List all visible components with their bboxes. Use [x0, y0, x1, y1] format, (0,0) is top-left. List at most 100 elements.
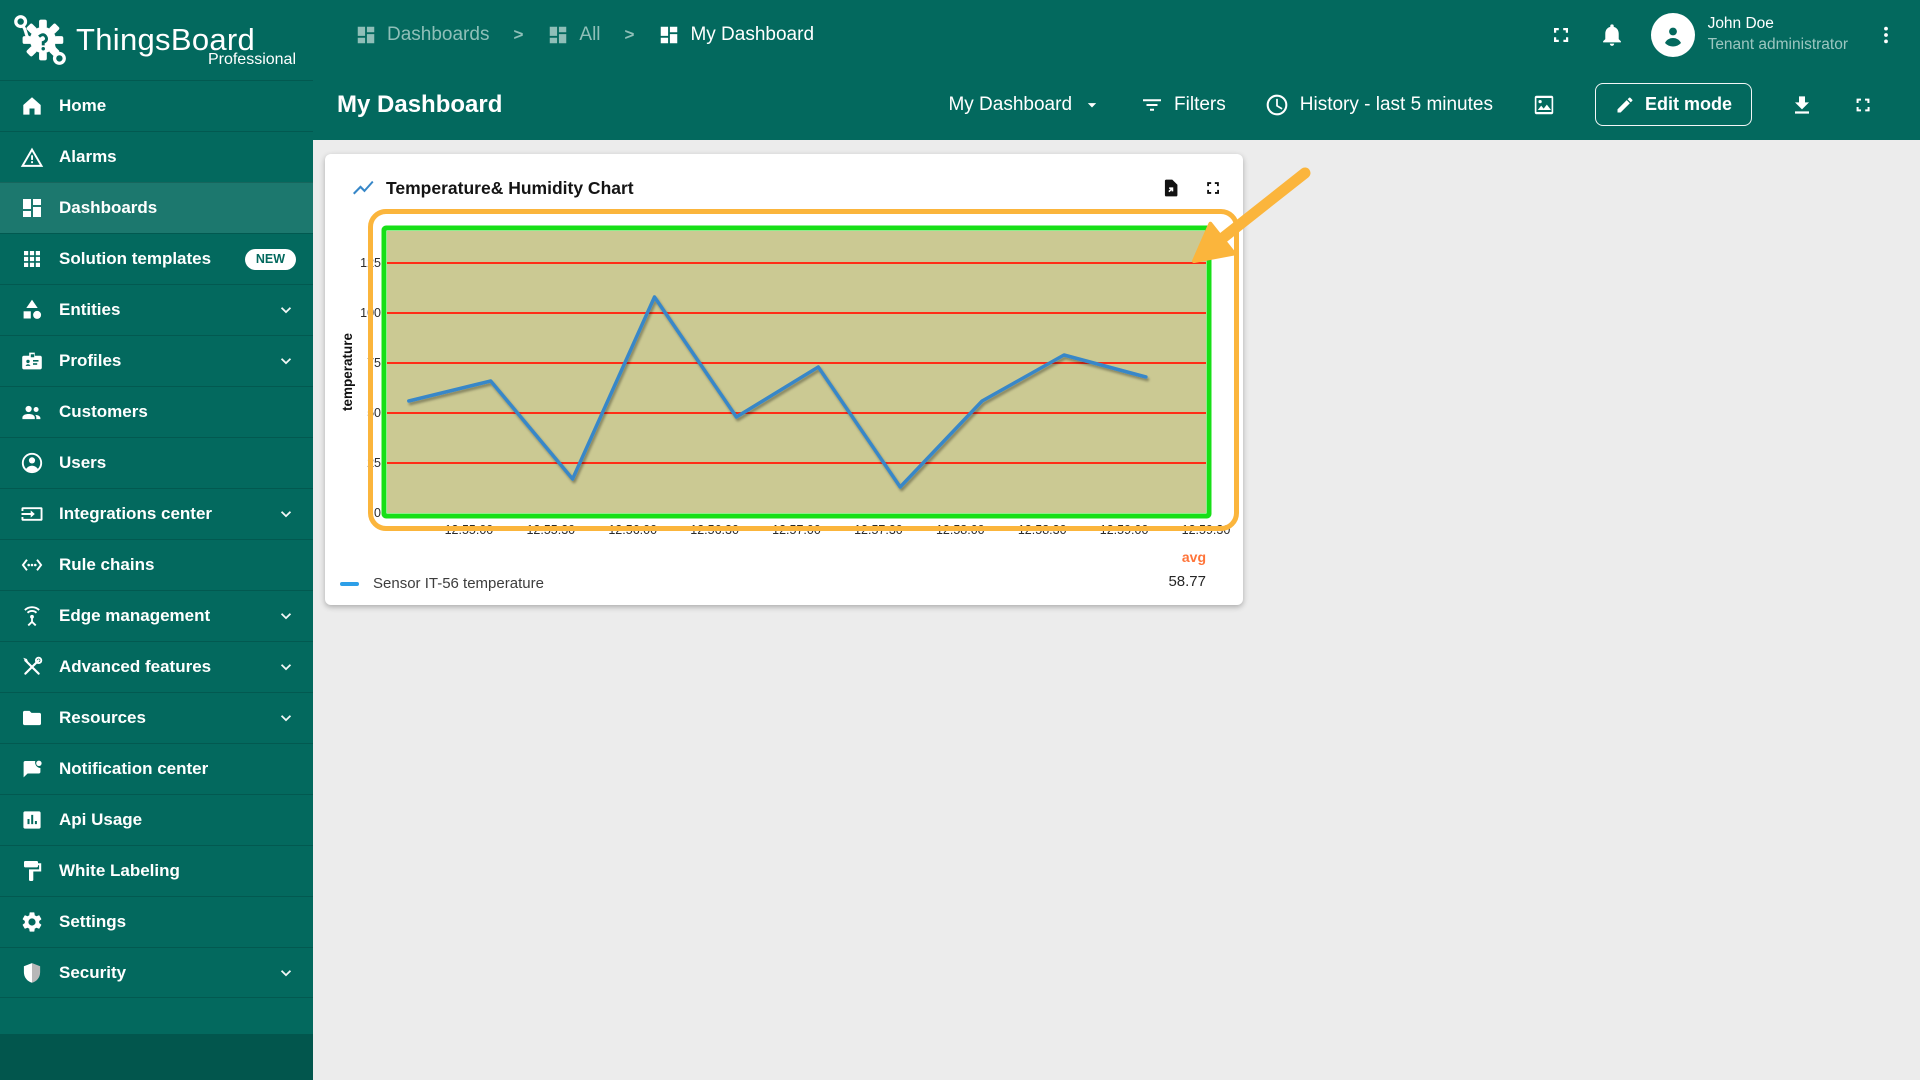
sidebar-item-api-usage[interactable]: Api Usage — [0, 794, 313, 845]
sidebar-item-label: Edge management — [59, 606, 211, 625]
chevron-down-icon — [276, 708, 296, 728]
sidebar-item-home[interactable]: Home — [0, 80, 313, 131]
gear-icon — [20, 910, 44, 934]
sidebar-item-entities[interactable]: Entities — [0, 284, 313, 335]
svg-text:12:57:00: 12:57:00 — [772, 523, 821, 537]
svg-text:12:59:00: 12:59:00 — [1100, 523, 1149, 537]
dashboard-content: 0 25 50 75 100 125 12:55:00 12:55:30 12:56:00 12:… — [313, 140, 1920, 1080]
warning-icon — [20, 145, 44, 169]
series-color-dash — [340, 581, 359, 586]
sidebar-item-resources[interactable]: Resources — [0, 692, 313, 743]
user-role: Tenant administrator — [1707, 35, 1848, 53]
apps-icon — [20, 247, 44, 271]
thingsboard-app: ThingsBoard Professional Home Alarms Dashb… — [0, 0, 1920, 1080]
sidebar-item-dashboards[interactable]: Dashboards — [0, 182, 313, 233]
sidebar-item-integrations-center[interactable]: Integrations center — [0, 488, 313, 539]
breadcrumb-item-all[interactable]: All — [547, 23, 601, 46]
sidebar-item-alarms[interactable]: Alarms — [0, 131, 313, 182]
chevron-down-icon — [276, 657, 296, 677]
sidebar-footer — [0, 1034, 313, 1080]
sidebar-item-label: Dashboards — [59, 198, 158, 217]
chevron-down-icon — [276, 351, 296, 371]
chart-box-icon — [20, 808, 44, 832]
notification-icon — [20, 757, 44, 781]
category-icon — [20, 298, 44, 322]
legend-series-item[interactable]: Sensor IT-56 temperature — [340, 575, 544, 592]
svg-text:75: 75 — [367, 356, 381, 370]
sidebar-item-profiles[interactable]: Profiles — [0, 335, 313, 386]
person-icon — [1660, 22, 1686, 48]
download-icon[interactable] — [1790, 93, 1814, 117]
avg-column-header: avg — [1181, 549, 1206, 565]
sidebar-item-solution-templates[interactable]: Solution templates NEW — [0, 233, 313, 284]
breadcrumb-label: My Dashboard — [690, 23, 815, 45]
filters-button[interactable]: Filters — [1140, 93, 1226, 117]
fullscreen-icon[interactable] — [1549, 23, 1573, 47]
sidebar-item-label: Notification center — [59, 759, 209, 778]
toolbar-fullscreen-icon[interactable] — [1852, 94, 1874, 116]
sidebar-item-label: Security — [59, 962, 127, 982]
sidebar-item-settings[interactable]: Settings — [0, 896, 313, 947]
breadcrumb-item-my-dashboard: My Dashboard — [658, 24, 814, 46]
svg-text:50: 50 — [367, 406, 381, 420]
breadcrumb-label: All — [579, 23, 601, 45]
sidebar-item-edge-management[interactable]: Edge management — [0, 590, 313, 641]
header-actions: John Doe Tenant administrator — [1549, 12, 1898, 57]
svg-text:12:56:30: 12:56:30 — [690, 523, 739, 537]
sidebar-item-label: Resources — [59, 708, 146, 727]
user-name: John Doe — [1707, 14, 1774, 32]
edit-mode-button[interactable]: Edit mode — [1594, 83, 1752, 126]
sidebar-item-customers[interactable]: Customers — [0, 386, 313, 437]
kebab-menu-icon[interactable] — [1874, 23, 1898, 47]
svg-text:12:56:00: 12:56:00 — [608, 523, 657, 537]
breadcrumb-item-dashboards[interactable]: Dashboards — [355, 24, 489, 46]
export-file-icon[interactable] — [1161, 178, 1181, 198]
clock-icon — [1264, 92, 1290, 118]
page-title: My Dashboard — [337, 90, 503, 118]
notifications-bell-icon[interactable] — [1599, 22, 1625, 48]
widget-fullscreen-icon[interactable] — [1203, 178, 1223, 198]
folder-icon — [20, 706, 44, 730]
thingsboard-gear-bug-icon — [10, 8, 72, 72]
svg-text:12:57:30: 12:57:30 — [854, 523, 903, 537]
antenna-icon — [20, 604, 44, 628]
svg-text:25: 25 — [367, 456, 381, 470]
svg-text:0: 0 — [374, 506, 381, 520]
sidebar-item-label: Alarms — [59, 147, 117, 166]
svg-text:12:58:00: 12:58:00 — [936, 523, 985, 537]
person-circle-icon — [20, 451, 44, 475]
sidebar-item-advanced-features[interactable]: Advanced features — [0, 641, 313, 692]
dashboard-state-select[interactable]: My Dashboard — [948, 94, 1102, 116]
chevron-down-icon — [276, 963, 296, 983]
sidebar-item-label: Settings — [59, 912, 127, 931]
sidebar-item-label: Advanced features — [59, 657, 212, 676]
breadcrumb-separator: > — [624, 24, 635, 44]
dashboard-toolbar: My Dashboard My Dashboard Filters Histor… — [313, 69, 1920, 140]
dashboard-image-icon[interactable] — [1531, 92, 1557, 118]
dashboard-icon — [20, 196, 44, 220]
svg-text:12:55:30: 12:55:30 — [526, 523, 575, 537]
input-icon — [20, 502, 44, 526]
user-menu[interactable]: John Doe Tenant administrator — [1650, 12, 1848, 57]
legend-series-label: Sensor IT-56 temperature — [373, 575, 544, 592]
sidebar-item-notification-center[interactable]: Notification center — [0, 743, 313, 794]
sidebar-item-rule-chains[interactable]: Rule chains — [0, 539, 313, 590]
sidebar-item-label: Solution templates — [59, 249, 212, 268]
widget-actions — [1161, 178, 1223, 198]
svg-text:12:55:00: 12:55:00 — [445, 523, 494, 537]
people-icon — [20, 400, 44, 424]
sidebar-item-label: Profiles — [59, 351, 122, 370]
sidebar-item-users[interactable]: Users — [0, 437, 313, 488]
svg-text:100: 100 — [360, 306, 381, 320]
sidebar-item-white-labeling[interactable]: White Labeling — [0, 845, 313, 896]
sidebar-item-label: Home — [59, 96, 107, 115]
avatar — [1650, 12, 1695, 57]
sidebar-item-security[interactable]: Security — [0, 947, 313, 998]
svg-text:12:58:30: 12:58:30 — [1018, 523, 1067, 537]
caret-down-icon — [1082, 95, 1102, 115]
dashboard-icon — [355, 24, 377, 46]
badge-icon — [20, 349, 44, 373]
sidebar-nav: Home Alarms Dashboards Solution templates NE… — [0, 80, 313, 998]
history-timewindow-button[interactable]: History - last 5 minutes — [1264, 92, 1493, 118]
app-logo[interactable]: ThingsBoard Professional — [0, 0, 313, 80]
